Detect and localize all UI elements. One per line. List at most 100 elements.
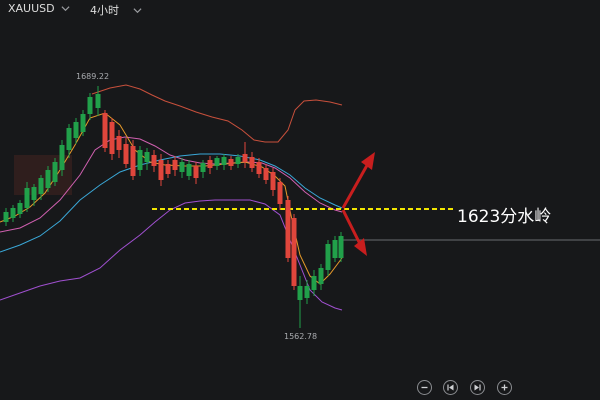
zoom-in-icon — [501, 384, 508, 391]
candle-body — [318, 268, 324, 284]
candle-body — [338, 236, 344, 258]
candle — [137, 146, 143, 176]
candle-body — [38, 178, 44, 194]
candle-body — [235, 157, 241, 164]
candle-body — [165, 164, 171, 174]
bollinger-lower-band — [0, 199, 343, 311]
bullish-arrow-icon — [341, 152, 375, 209]
candle — [17, 200, 23, 218]
candle — [80, 110, 86, 136]
candle-body — [172, 160, 178, 170]
candle-body — [228, 159, 234, 166]
candle — [193, 162, 199, 184]
candle-body — [109, 122, 115, 154]
candle — [221, 154, 227, 170]
candle-body — [207, 160, 213, 168]
candle — [95, 86, 101, 116]
candle — [116, 130, 122, 158]
candle-body — [311, 276, 317, 290]
candle — [304, 280, 310, 304]
chart-window: XAUUSD 4小时 1689.22 1562.78 1623分水岭 — [0, 0, 600, 400]
candle-body — [130, 146, 136, 176]
candle — [297, 276, 303, 328]
candle — [332, 236, 338, 262]
candle-body — [242, 154, 248, 162]
candle-body — [221, 157, 227, 165]
candle — [256, 158, 262, 178]
candle — [277, 178, 283, 210]
step-forward-icon — [474, 384, 481, 391]
candle-body — [102, 113, 108, 148]
candle-body — [10, 208, 16, 218]
candle-body — [263, 168, 269, 180]
candle — [38, 175, 44, 200]
price-chart[interactable]: 1689.22 1562.78 — [0, 0, 600, 400]
candle-body — [144, 152, 150, 162]
candle-body — [249, 157, 255, 168]
candle — [249, 152, 255, 172]
zoom-out-button[interactable] — [417, 380, 432, 395]
candle — [10, 205, 16, 222]
candle — [123, 138, 129, 168]
candle-body — [123, 144, 129, 164]
candle — [165, 160, 171, 178]
moving-average-fast — [0, 112, 343, 285]
zoom-in-button[interactable] — [497, 380, 512, 395]
candle — [242, 142, 248, 168]
candle — [214, 156, 220, 170]
candle-body — [291, 218, 297, 286]
candlestick-series — [3, 86, 344, 328]
candle — [3, 208, 9, 226]
candle — [325, 240, 331, 276]
candle — [130, 140, 136, 180]
candle — [31, 184, 37, 206]
candle — [263, 164, 269, 184]
candle — [270, 168, 276, 196]
candle-body — [285, 200, 291, 258]
level-callout-text: 1623分水岭 — [457, 207, 552, 227]
candle — [109, 118, 115, 160]
candle — [151, 150, 157, 172]
candle-body — [297, 286, 303, 300]
candle-body — [158, 160, 164, 180]
high-price-label: 1689.22 — [76, 72, 109, 81]
candle-body — [80, 114, 86, 132]
candle — [102, 110, 108, 152]
candle — [144, 148, 150, 170]
candle-body — [24, 188, 30, 208]
candle-body — [17, 203, 23, 214]
bearish-arrow-icon — [341, 209, 367, 256]
candle-body — [52, 162, 58, 182]
candle — [291, 214, 297, 290]
candle — [158, 154, 164, 186]
candle-body — [270, 172, 276, 190]
candle-body — [73, 122, 79, 138]
candle-body — [186, 164, 192, 176]
candle — [338, 232, 344, 262]
candle-body — [31, 187, 37, 200]
candle-body — [193, 166, 199, 178]
step-back-icon — [447, 384, 454, 391]
candle-body — [95, 94, 101, 108]
candle-body — [45, 170, 51, 188]
step-forward-button[interactable] — [470, 380, 485, 395]
candle — [87, 93, 93, 120]
candle-body — [332, 240, 338, 258]
candle — [172, 156, 178, 176]
candle-body — [137, 150, 143, 170]
candle-body — [3, 212, 9, 222]
step-back-button[interactable] — [443, 380, 458, 395]
candle-body — [66, 128, 72, 150]
candle — [186, 160, 192, 180]
candle-body — [304, 286, 310, 298]
candle-body — [151, 155, 157, 166]
candle-body — [59, 145, 65, 170]
candle-body — [277, 182, 283, 204]
candle — [179, 158, 185, 178]
bollinger-upper-band — [91, 84, 343, 143]
candle — [285, 196, 291, 262]
candle — [207, 156, 213, 174]
candle — [318, 264, 324, 290]
low-price-label: 1562.78 — [284, 332, 317, 341]
candle — [52, 158, 58, 186]
